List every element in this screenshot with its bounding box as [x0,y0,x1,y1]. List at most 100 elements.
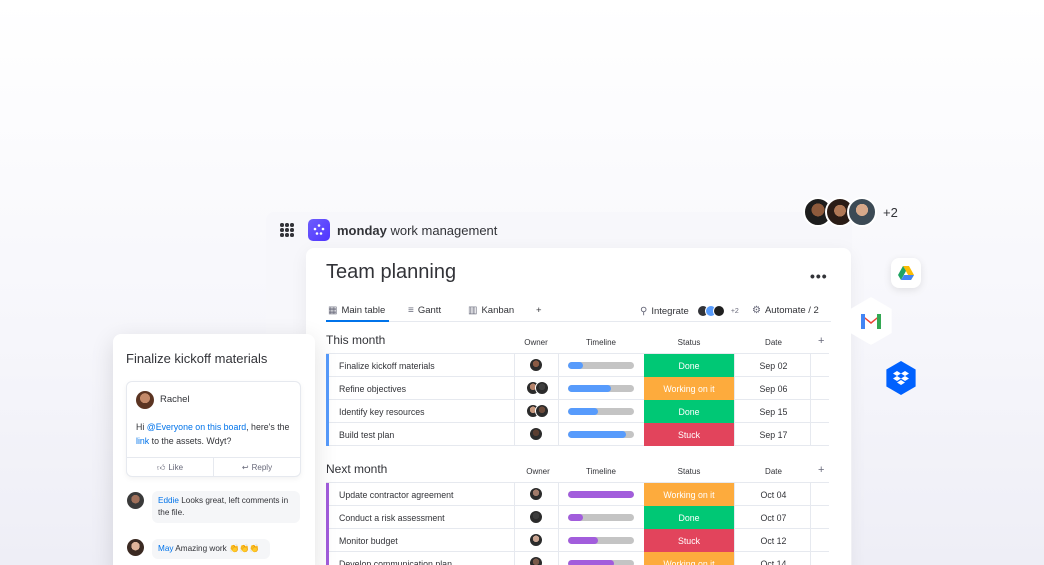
dropbox-icon[interactable] [886,361,916,395]
tab-gantt[interactable]: ≡ Gantt [408,305,441,316]
owner-avatars[interactable] [529,556,543,565]
reply-comment: May Amazing work 👏👏👏 [152,539,270,559]
cell-divider [734,506,735,529]
tab-kanban[interactable]: ▥ Kanban [468,305,514,316]
integrate-button[interactable]: ⚲ Integrate +2 [640,305,739,317]
team-avatars[interactable]: +2 [803,197,898,227]
status-badge[interactable]: Working on it [644,483,734,506]
add-view-button[interactable]: + [536,305,542,316]
table-row[interactable]: Finalize kickoff materials Done Sep 02 [326,354,829,377]
top-bar: monday work management [266,212,852,248]
avatar [529,556,543,565]
owner-avatars[interactable] [529,427,543,441]
timeline-bar[interactable] [568,431,634,438]
update-actions: 👍︎ Like ↩ Reply [127,457,300,477]
status-badge[interactable]: Done [644,354,734,377]
timeline-bar[interactable] [568,537,634,544]
item-name[interactable]: Refine objectives [339,384,406,394]
date-cell[interactable]: Sep 06 [736,384,811,394]
plug-icon: ⚲ [640,305,648,317]
table-row[interactable]: Monitor budget Stuck Oct 12 [326,529,829,552]
board: Team planning ••• ▦ Main table ≡ Gantt ▥… [306,248,851,565]
cell-divider [514,400,515,423]
timeline-bar[interactable] [568,514,634,521]
apps-grid-icon[interactable] [280,223,294,237]
tab-main-table[interactable]: ▦ Main table [325,305,390,322]
status-badge[interactable]: Done [644,506,734,529]
status-badge[interactable]: Done [644,400,734,423]
status-badge[interactable]: Stuck [644,423,734,446]
item-name[interactable]: Finalize kickoff materials [339,361,435,371]
date-cell[interactable]: Oct 07 [736,513,811,523]
update-message: Hi @Everyone on this board, here's the l… [136,422,290,446]
date-cell[interactable]: Oct 04 [736,490,811,500]
cell-divider [558,552,559,565]
cell-divider [558,506,559,529]
group-title-this-month[interactable]: This month [326,333,385,347]
item-name[interactable]: Identify key resources [339,407,425,417]
mention-everyone[interactable]: @Everyone on this board [147,422,246,432]
item-name[interactable]: Build test plan [339,430,394,440]
item-name[interactable]: Develop communication plan [339,559,452,565]
item-name[interactable]: Update contractor agreement [339,490,453,500]
group-color-strip [326,506,329,529]
page-title: Team planning [326,261,457,283]
item-name[interactable]: Conduct a risk assessment [339,513,445,523]
status-badge[interactable]: Working on it [644,552,734,565]
owner-avatars[interactable] [526,381,549,395]
more-members-count: +2 [883,204,898,220]
reply-button[interactable]: ↩ Reply [213,458,300,477]
table-row[interactable]: Conduct a risk assessment Done Oct 07 [326,506,829,529]
like-button[interactable]: 👍︎ Like [127,458,213,477]
cell-divider [514,354,515,377]
cell-divider [734,400,735,423]
owner-avatars[interactable] [529,510,543,524]
table-icon: ▦ [328,305,338,316]
item-name[interactable]: Monitor budget [339,536,398,546]
gmail-icon[interactable] [850,297,892,345]
date-cell[interactable]: Sep 02 [736,361,811,371]
asset-link[interactable]: link [136,436,149,446]
add-column-button[interactable]: + [818,335,824,347]
owner-avatars[interactable] [529,533,543,547]
timeline-fill [568,408,598,415]
avatar [127,492,144,509]
cell-divider [734,552,735,565]
add-column-button[interactable]: + [818,464,824,476]
automate-button[interactable]: ⚙ Automate / 2 [752,305,819,316]
cell-divider [558,354,559,377]
avatar [529,533,543,547]
status-badge[interactable]: Stuck [644,529,734,552]
cell-divider [734,423,735,446]
cell-divider [558,377,559,400]
owner-avatars[interactable] [529,487,543,501]
date-cell[interactable]: Sep 17 [736,430,811,440]
table-row[interactable]: Refine objectives Working on it Sep 06 [326,377,829,400]
group-table-next-month: Update contractor agreement Working on it… [326,482,829,565]
timeline-bar[interactable] [568,560,634,565]
table-row[interactable]: Update contractor agreement Working on it… [326,483,829,506]
update-author: Rachel [160,394,190,405]
status-badge[interactable]: Working on it [644,377,734,400]
table-row[interactable]: Develop communication plan Working on it O… [326,552,829,565]
avatar [847,197,877,227]
group-color-strip [326,529,329,552]
owner-avatars[interactable] [526,404,549,418]
owner-avatars[interactable] [529,358,543,372]
group-color-strip [326,377,329,400]
timeline-bar[interactable] [568,408,634,415]
google-drive-icon[interactable] [891,258,921,288]
date-cell[interactable]: Oct 14 [736,559,811,565]
integration-apps [696,305,725,317]
timeline-bar[interactable] [568,362,634,369]
date-cell[interactable]: Oct 12 [736,536,811,546]
group-title-next-month[interactable]: Next month [326,462,387,476]
table-row[interactable]: Build test plan Stuck Sep 17 [326,423,829,446]
group-table-this-month: Finalize kickoff materials Done Sep 02 Refi… [326,353,829,446]
timeline-bar[interactable] [568,491,634,498]
timeline-bar[interactable] [568,385,634,392]
more-options-icon[interactable]: ••• [810,268,828,284]
date-cell[interactable]: Sep 15 [736,407,811,417]
reply-icon: ↩ [241,463,249,472]
table-row[interactable]: Identify key resources Done Sep 15 [326,400,829,423]
